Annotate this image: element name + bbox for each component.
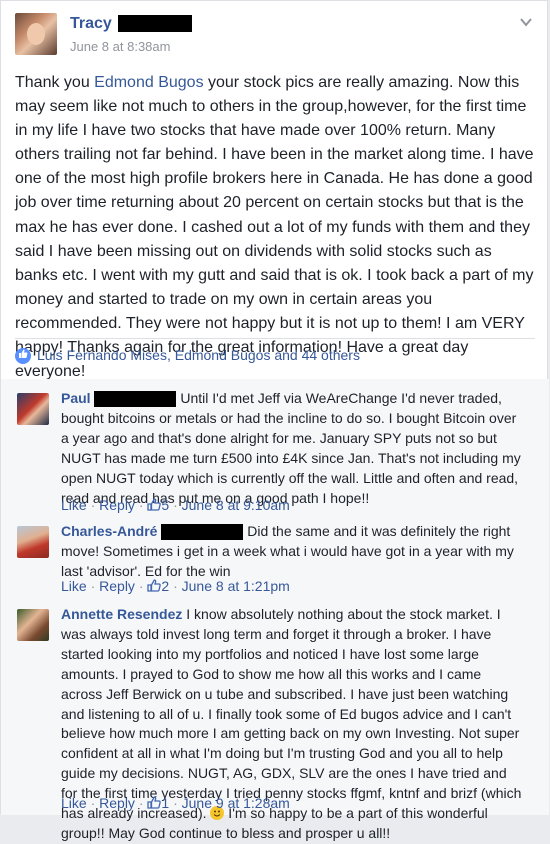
comment-timestamp[interactable]: June 8 at 1:21pm	[182, 578, 290, 594]
commenter-avatar[interactable]	[17, 393, 49, 425]
post-timestamp[interactable]: June 8 at 8:38am	[70, 39, 170, 54]
comment-body: I know absolutely nothing about the stoc…	[61, 606, 522, 822]
comment: Charles-André Did the same and it was de…	[17, 522, 537, 598]
like-count[interactable]: 1	[161, 795, 169, 811]
comment-timestamp[interactable]: June 9 at 1:28am	[182, 795, 290, 811]
post-header: Tracy June 8 at 8:38am	[15, 13, 535, 57]
like-badge-icon	[15, 348, 31, 365]
thumbs-up-icon	[147, 498, 162, 513]
thumbs-up-icon	[147, 796, 162, 811]
author-name[interactable]: Tracy	[70, 15, 112, 32]
commenter-name[interactable]: Paul	[61, 390, 91, 406]
like-link[interactable]: Like	[61, 497, 87, 513]
like-link[interactable]: Like	[61, 578, 87, 594]
reactions-bar[interactable]: Luis Fernando Mises, Edmond Bugos and 44…	[15, 347, 535, 369]
commenter-name[interactable]: Charles-André	[61, 523, 157, 539]
thumbs-up-icon	[147, 579, 162, 594]
reply-link[interactable]: Reply	[99, 795, 135, 811]
like-count[interactable]: 5	[161, 497, 169, 513]
comment-timestamp[interactable]: June 8 at 9:10am	[182, 497, 290, 513]
post-card: Tracy June 8 at 8:38am Thank you Edmond …	[0, 0, 549, 841]
comment: Annette Resendez I know absolutely nothi…	[17, 605, 537, 841]
reply-link[interactable]: Reply	[99, 497, 135, 513]
comment-actions: Like · Reply · 1 · June 9 at 1:28am	[61, 795, 290, 811]
reply-link[interactable]: Reply	[99, 578, 135, 594]
post-text-rest: your stock pics are really amazing. Now …	[15, 74, 534, 381]
comment-actions: Like · Reply · 5 · June 8 at 9:10am	[61, 497, 290, 513]
comment: Paul Until I'd met Jeff via WeAreChange …	[17, 389, 537, 513]
redaction-bar	[161, 524, 244, 541]
divider	[15, 338, 535, 339]
commenter-avatar[interactable]	[17, 609, 49, 641]
comment-text: Paul Until I'd met Jeff via WeAreChange …	[61, 389, 523, 508]
author-name-row: Tracy	[70, 15, 193, 33]
like-count[interactable]: 2	[161, 578, 169, 594]
commenter-name[interactable]: Annette Resendez	[61, 606, 182, 622]
reactions-text[interactable]: Luis Fernando Mises, Edmond Bugos and 44…	[37, 347, 360, 363]
commenter-avatar[interactable]	[17, 526, 49, 558]
comment-body: Until I'd met Jeff via WeAreChange I'd n…	[61, 390, 521, 506]
chevron-down-icon[interactable]	[519, 15, 533, 29]
comment-actions: Like · Reply · 2 · June 8 at 1:21pm	[61, 578, 290, 594]
post-text-start: Thank you	[15, 74, 95, 91]
redaction-bar	[94, 391, 177, 408]
author-avatar[interactable]	[15, 13, 57, 55]
comment-text: Charles-André Did the same and it was de…	[61, 522, 523, 582]
mention-link[interactable]: Edmond Bugos	[94, 74, 203, 91]
redaction-bar	[118, 15, 193, 33]
like-link[interactable]: Like	[61, 795, 87, 811]
